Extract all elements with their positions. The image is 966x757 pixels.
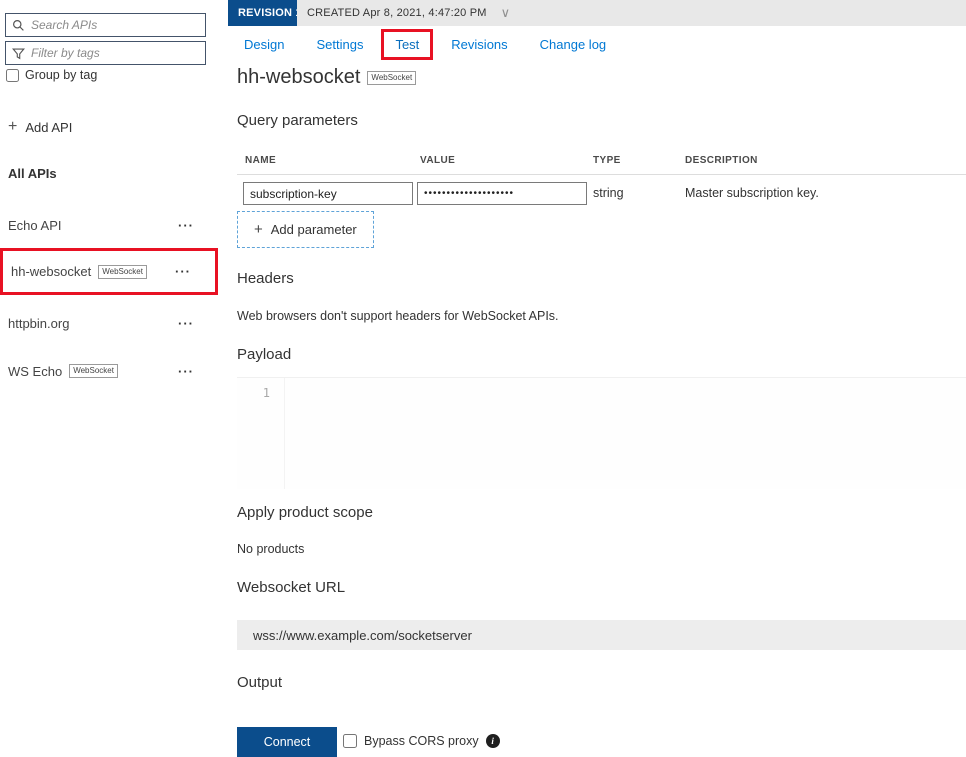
sidebar-item-httpbin[interactable]: httpbin.org ···: [0, 300, 218, 346]
add-parameter-button[interactable]: + Add parameter: [237, 211, 374, 248]
bypass-cors-label: Bypass CORS proxy: [364, 734, 479, 748]
add-api-button[interactable]: + Add API: [8, 118, 72, 136]
add-api-label: Add API: [25, 120, 72, 135]
api-item-label: hh-websocket: [11, 264, 91, 279]
tab-bar: Design Settings Test Revisions Change lo…: [230, 29, 620, 60]
payload-editor: 1: [237, 377, 966, 489]
websocket-badge: WebSocket: [98, 265, 147, 279]
plus-icon: +: [8, 118, 17, 136]
tab-change-log[interactable]: Change log: [526, 29, 621, 60]
api-sidebar: Group by tag + Add API All APIs Echo API…: [0, 0, 218, 757]
sidebar-item-hh-websocket[interactable]: hh-websocket WebSocket ···: [0, 248, 218, 295]
product-scope-heading: Apply product scope: [237, 504, 373, 521]
param-type: string: [593, 186, 624, 200]
websocket-url-heading: Websocket URL: [237, 579, 345, 596]
column-header-name: NAME: [245, 155, 276, 166]
headers-note: Web browsers don't support headers for W…: [237, 309, 559, 323]
headers-heading: Headers: [237, 270, 294, 287]
group-by-tag-row: Group by tag: [6, 68, 97, 82]
bypass-cors-checkbox[interactable]: [343, 734, 357, 748]
more-options-icon[interactable]: ···: [178, 364, 208, 379]
param-value-input[interactable]: [417, 182, 587, 205]
tab-settings[interactable]: Settings: [302, 29, 377, 60]
tab-revisions[interactable]: Revisions: [437, 29, 521, 60]
filter-tags-box: [5, 41, 206, 65]
page-title: hh-websocket: [237, 66, 360, 89]
output-heading: Output: [237, 674, 282, 691]
product-scope-value: No products: [237, 542, 304, 556]
filter-icon: [12, 47, 25, 60]
api-item-label: httpbin.org: [8, 316, 69, 331]
info-icon[interactable]: i: [486, 734, 500, 748]
page-title-row: hh-websocket WebSocket: [237, 66, 416, 89]
page: Group by tag + Add API All APIs Echo API…: [0, 0, 966, 757]
sidebar-item-echo-api[interactable]: Echo API ···: [0, 202, 218, 248]
editor-line-number: 1: [237, 378, 285, 489]
column-header-type: TYPE: [593, 155, 621, 166]
column-header-value: VALUE: [420, 155, 455, 166]
websocket-badge: WebSocket: [367, 71, 416, 85]
more-options-icon[interactable]: ···: [178, 218, 208, 233]
search-icon: [12, 19, 25, 32]
tab-design[interactable]: Design: [230, 29, 298, 60]
all-apis-heading: All APIs: [8, 166, 57, 181]
api-item-label: Echo API: [8, 218, 61, 233]
bypass-cors-row: Bypass CORS proxy i: [343, 734, 500, 748]
param-name-input[interactable]: [243, 182, 413, 205]
payload-code-area[interactable]: [285, 378, 966, 489]
api-item-label: WS Echo: [8, 364, 62, 379]
param-description: Master subscription key.: [685, 186, 819, 200]
search-apis-input[interactable]: [31, 18, 199, 32]
query-parameters-heading: Query parameters: [237, 112, 358, 129]
connect-button[interactable]: Connect: [237, 727, 337, 757]
payload-heading: Payload: [237, 346, 291, 363]
column-header-description: DESCRIPTION: [685, 155, 758, 166]
table-divider: [237, 174, 966, 175]
created-strip: CREATED Apr 8, 2021, 4:47:20 PM ∨: [297, 0, 966, 26]
websocket-badge: WebSocket: [69, 364, 118, 378]
chevron-down-icon[interactable]: ∨: [501, 5, 511, 21]
group-by-tag-checkbox[interactable]: [6, 69, 19, 82]
websocket-url-value: wss://www.example.com/socketserver: [237, 620, 966, 650]
sidebar-item-ws-echo[interactable]: WS Echo WebSocket ···: [0, 348, 218, 394]
more-options-icon[interactable]: ···: [175, 264, 205, 279]
search-apis-box: [5, 13, 206, 37]
more-options-icon[interactable]: ···: [178, 316, 208, 331]
group-by-tag-label: Group by tag: [25, 68, 97, 82]
filter-tags-input[interactable]: [31, 46, 199, 60]
created-text: CREATED Apr 8, 2021, 4:47:20 PM: [307, 7, 487, 19]
add-parameter-label: Add parameter: [271, 222, 357, 237]
tab-test[interactable]: Test: [381, 29, 433, 60]
plus-icon: +: [254, 221, 263, 238]
